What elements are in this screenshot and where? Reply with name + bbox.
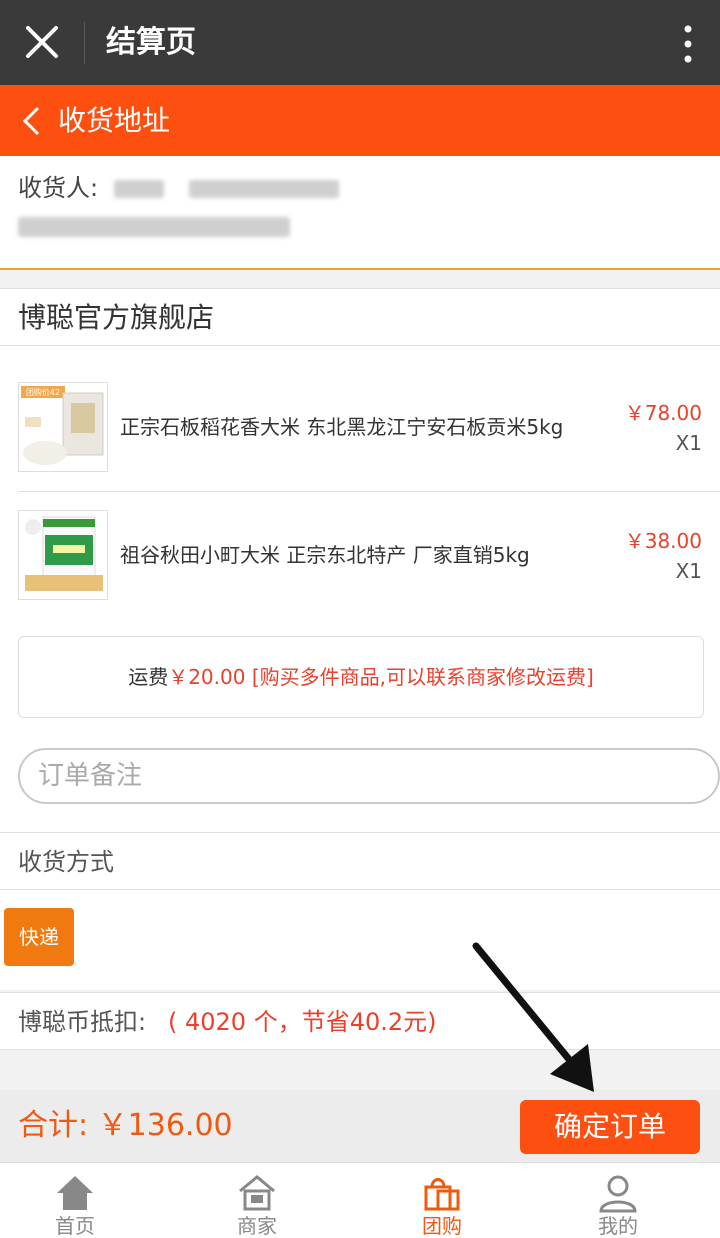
product-price: ￥78.00 bbox=[624, 401, 702, 425]
tab-mine[interactable]: 我的 bbox=[528, 1163, 708, 1238]
product-image bbox=[18, 510, 108, 600]
recipient-label: 收货人: bbox=[18, 174, 99, 202]
tab-label: 团购 bbox=[422, 1214, 462, 1238]
title-bar: 结算页 bbox=[0, 0, 720, 85]
recipient-phone-redacted bbox=[189, 180, 340, 198]
order-total: 合计: ￥136.00 bbox=[18, 1108, 233, 1143]
product-price: ￥38.00 bbox=[624, 529, 702, 553]
freight-box: 运费￥20.00 [购买多件商品,可以联系商家修改运费] bbox=[18, 636, 704, 718]
freight-label: 运费 bbox=[128, 665, 169, 689]
shopping-bag-icon bbox=[424, 1178, 460, 1211]
tab-group-buy[interactable]: 团购 bbox=[352, 1163, 532, 1238]
coin-deduction-label: 博聪币抵扣: bbox=[18, 1008, 147, 1036]
coin-deduction[interactable]: 博聪币抵扣: ( 4020 个，节省40.2元) bbox=[0, 992, 720, 1050]
shop-header: 博聪官方旗舰店 bbox=[0, 288, 720, 346]
title-divider bbox=[84, 22, 85, 64]
annotation-arrow-icon bbox=[472, 942, 594, 1092]
home-icon bbox=[57, 1176, 93, 1210]
item-divider bbox=[18, 491, 720, 492]
checkout-bar: 合计: ￥136.00 确定订单 bbox=[0, 1090, 720, 1162]
tab-merchants[interactable]: 商家 bbox=[167, 1163, 347, 1238]
order-note-input[interactable]: 订单备注 bbox=[18, 748, 720, 804]
bottom-tab-bar: 首页 商家 团购 我的 bbox=[0, 1162, 720, 1238]
delivery-method-header: 收货方式 bbox=[0, 832, 720, 890]
delivery-method-options: 快递 bbox=[0, 890, 720, 990]
confirm-order-button[interactable]: 确定订单 bbox=[520, 1100, 700, 1154]
user-icon bbox=[599, 1175, 637, 1213]
more-icon[interactable] bbox=[684, 24, 692, 64]
tab-label: 首页 bbox=[55, 1214, 95, 1238]
product-badge: 团购价42 bbox=[26, 387, 60, 397]
address-header-title[interactable]: 收货地址 bbox=[58, 101, 170, 141]
tab-home[interactable]: 首页 bbox=[0, 1163, 165, 1238]
address-header: 收货地址 bbox=[0, 85, 720, 156]
address-detail-redacted bbox=[18, 216, 290, 237]
list-item[interactable]: 祖谷秋田小町大米 正宗东北特产 厂家直销5kg ￥38.00 X1 bbox=[0, 510, 720, 638]
address-card[interactable]: 收货人: bbox=[0, 156, 720, 270]
tab-label: 商家 bbox=[237, 1214, 277, 1238]
freight-value: ￥20.00 [购买多件商品,可以联系商家修改运费] bbox=[168, 665, 594, 689]
page-title: 结算页 bbox=[106, 25, 196, 60]
tab-label: 我的 bbox=[598, 1214, 638, 1238]
recipient-name-redacted bbox=[113, 180, 164, 198]
product-name: 正宗石板稻花香大米 东北黑龙江宁安石板贡米5kg bbox=[120, 415, 564, 439]
shop-name: 博聪官方旗舰店 bbox=[18, 301, 215, 334]
store-icon bbox=[239, 1175, 275, 1211]
product-name: 祖谷秋田小町大米 正宗东北特产 厂家直销5kg bbox=[120, 543, 530, 567]
close-icon[interactable] bbox=[22, 22, 62, 62]
product-quantity: X1 bbox=[675, 431, 702, 455]
coin-deduction-value: ( 4020 个，节省40.2元) bbox=[168, 1008, 437, 1036]
product-image: 团购价42 bbox=[18, 382, 108, 472]
express-delivery-button[interactable]: 快递 bbox=[4, 908, 74, 966]
recipient-line: 收货人: bbox=[18, 172, 340, 204]
delivery-method-label: 收货方式 bbox=[18, 848, 114, 876]
address-line-redacted bbox=[18, 216, 290, 237]
product-quantity: X1 bbox=[675, 559, 702, 583]
back-icon[interactable] bbox=[20, 105, 42, 137]
